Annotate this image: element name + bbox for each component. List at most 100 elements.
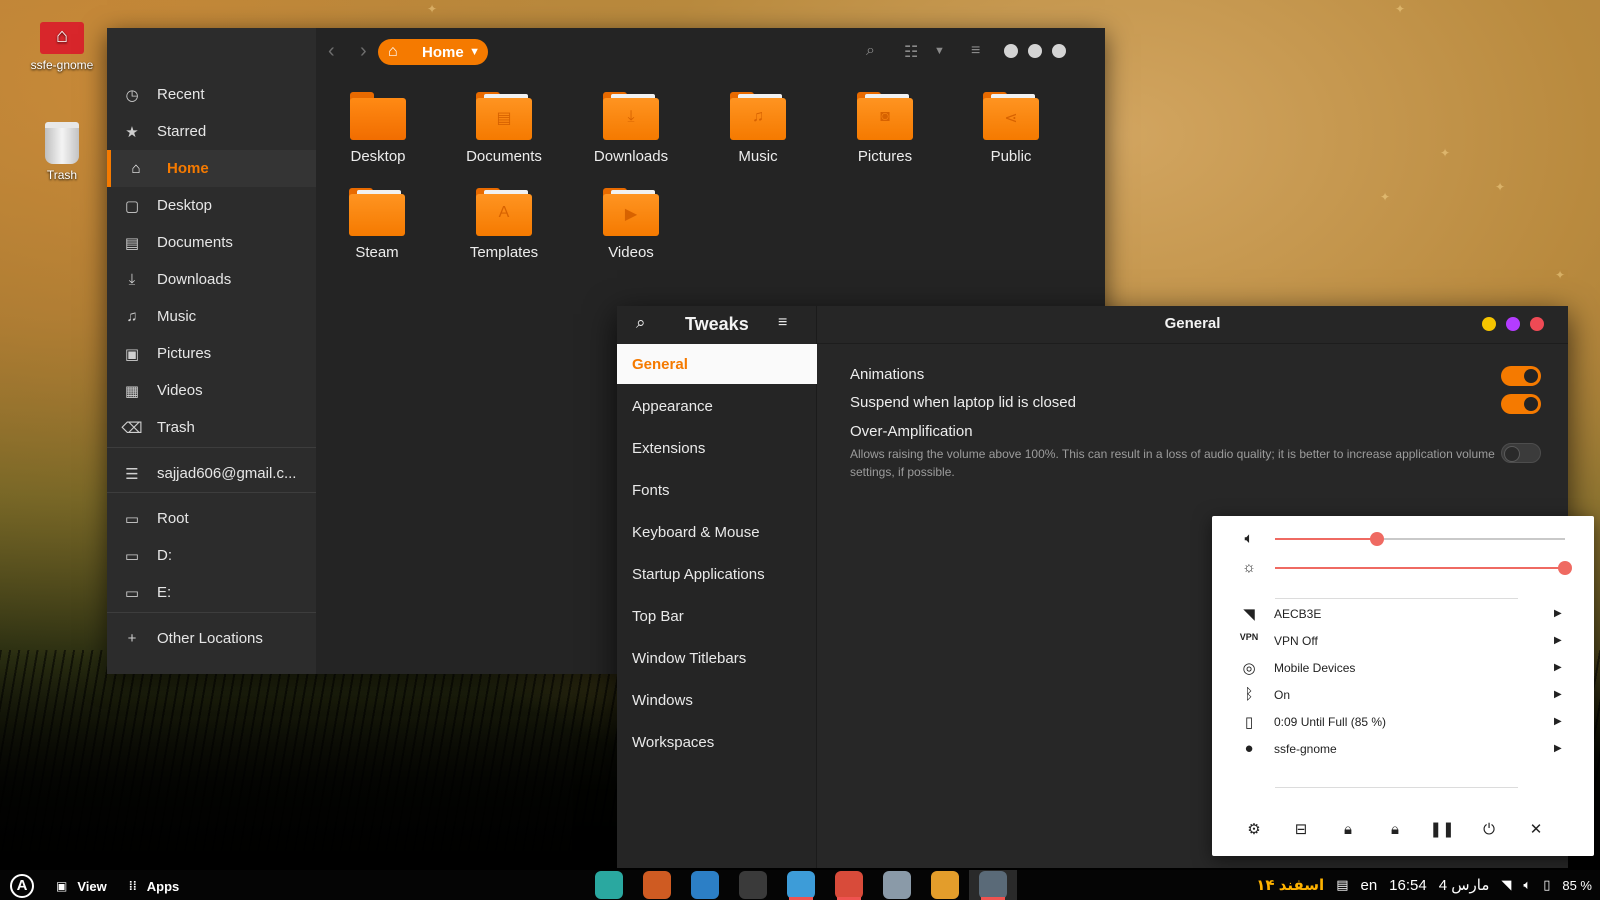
folder-pictures[interactable]: ◙ Pictures bbox=[820, 90, 950, 165]
search-icon[interactable]: ⌕ bbox=[636, 313, 646, 333]
sparkle: ✦ bbox=[427, 2, 438, 16]
back-arrow-icon[interactable]: ‹ bbox=[328, 40, 335, 63]
sidebar-item-music[interactable]: ♫ Music bbox=[107, 298, 316, 335]
folder-videos[interactable]: ▶ Videos bbox=[566, 186, 696, 261]
folder-desktop[interactable]: Desktop bbox=[313, 90, 443, 165]
sidebar-item-desktop[interactable]: ▢ Desktop bbox=[107, 187, 316, 224]
battery-percent[interactable]: 85 % bbox=[1562, 878, 1592, 893]
tweaks-category-fonts[interactable]: Fonts bbox=[617, 470, 817, 510]
suspend-icon[interactable]: ❚❚ bbox=[1427, 815, 1457, 845]
tweaks-category-appearance[interactable]: Appearance bbox=[617, 386, 817, 426]
wifi-icon[interactable]: ◥ bbox=[1501, 877, 1511, 893]
desktop-icon-home[interactable]: ssfe-gnome bbox=[22, 0, 102, 72]
sidebar-item-videos[interactable]: ▦ Videos bbox=[107, 372, 316, 409]
tweaks-category-startup-applications[interactable]: Startup Applications bbox=[617, 554, 817, 594]
minimize-button[interactable] bbox=[1482, 317, 1496, 331]
power-icon[interactable]: ⏻ bbox=[1474, 815, 1504, 845]
menu-icon[interactable]: ≡ bbox=[778, 314, 787, 332]
folder-templates[interactable]: A Templates bbox=[439, 186, 569, 261]
volume-slider-knob[interactable] bbox=[1369, 532, 1384, 546]
desktop-icon-trash[interactable]: Trash bbox=[22, 122, 102, 182]
apps-button[interactable]: ⁞⁞ Apps bbox=[129, 879, 180, 894]
menu-item-battery[interactable]: ▯ 0:09 Until Full (85 %) ▶ bbox=[1212, 708, 1594, 735]
settings-icon bbox=[883, 871, 911, 899]
folder-steam[interactable]: Steam bbox=[312, 186, 442, 261]
settings-gear-icon[interactable]: ⚙ bbox=[1239, 815, 1269, 845]
dock-app-droplet[interactable] bbox=[969, 870, 1017, 900]
suspend-lid-toggle[interactable] bbox=[1501, 394, 1541, 414]
tweaks-category-top-bar[interactable]: Top Bar bbox=[617, 596, 817, 636]
sidebar-item-trash[interactable]: ⌫ Trash bbox=[107, 409, 316, 446]
dock-app-terminal[interactable] bbox=[729, 870, 777, 900]
tweaks-category-window-titlebars[interactable]: Window Titlebars bbox=[617, 638, 817, 678]
menu-item-user[interactable]: ● ssfe-gnome ▶ bbox=[1212, 735, 1594, 762]
close-button[interactable] bbox=[1052, 44, 1066, 58]
dock-app-chrome-dev[interactable] bbox=[825, 870, 873, 900]
path-bar-home[interactable]: ⌂ Home ▼ bbox=[378, 39, 488, 65]
tweaks-category-windows[interactable]: Windows bbox=[617, 680, 817, 720]
dock-app-text-editor[interactable] bbox=[681, 870, 729, 900]
sidebar-item-documents[interactable]: ▤ Documents bbox=[107, 224, 316, 261]
folder-music[interactable]: ♫ Music bbox=[693, 90, 823, 165]
folder-documents[interactable]: ▤ Documents bbox=[439, 90, 569, 165]
menu-item-bluetooth[interactable]: ᛒ On ▶ bbox=[1212, 681, 1594, 708]
chevron-down-icon[interactable]: ▼ bbox=[469, 46, 480, 58]
dock-app-finder[interactable] bbox=[777, 870, 825, 900]
battery-icon[interactable]: ▯ bbox=[1543, 877, 1550, 893]
over-amplification-toggle[interactable] bbox=[1501, 443, 1541, 463]
sidebar-item-d[interactable]: ▭ D: bbox=[107, 537, 316, 574]
clock-date[interactable]: مارس 4 bbox=[1439, 876, 1490, 894]
sidebar-item-home[interactable]: ⌂ Home bbox=[107, 150, 316, 187]
dock-app-settings[interactable] bbox=[873, 870, 921, 900]
dock-app-color-app[interactable] bbox=[921, 870, 969, 900]
list-view-icon[interactable]: ☷ bbox=[904, 42, 918, 62]
volume-slider[interactable] bbox=[1275, 532, 1565, 546]
brightness-slider[interactable] bbox=[1275, 561, 1572, 575]
folder-downloads[interactable]: ⤓ Downloads bbox=[566, 90, 696, 165]
sidebar-item-downloads[interactable]: ⤓ Downloads bbox=[107, 261, 316, 298]
persian-date[interactable]: ۱۴ اسفند bbox=[1256, 876, 1324, 894]
desktop-icon: ▢ bbox=[124, 197, 140, 215]
lock-icon[interactable]: 🔒︎ bbox=[1380, 815, 1410, 845]
sidebar-item-other-locations[interactable]: + Other Locations bbox=[107, 620, 316, 657]
orientation-lock-icon[interactable]: 🔒︎ bbox=[1333, 815, 1363, 845]
menu-item-vpn[interactable]: VPN VPN Off ▶ bbox=[1212, 627, 1594, 654]
dock-app-color-picker[interactable] bbox=[633, 870, 681, 900]
view-button[interactable]: ▣ View bbox=[56, 879, 107, 894]
tweaks-category-general[interactable]: General bbox=[617, 344, 817, 384]
sidebar-item-e[interactable]: ▭ E: bbox=[107, 574, 316, 611]
folder-icon: ▭ bbox=[124, 584, 140, 602]
close-button[interactable] bbox=[1530, 317, 1544, 331]
view-options-icon[interactable]: ▼ bbox=[934, 45, 945, 57]
menu-item-wifi[interactable]: ◥ AECB3E ▶ bbox=[1212, 600, 1594, 627]
desktop-folder-icon bbox=[350, 90, 406, 140]
tweaks-category-keyboard-mouse[interactable]: Keyboard & Mouse bbox=[617, 512, 817, 552]
minimize-button[interactable] bbox=[1004, 44, 1018, 58]
close-icon[interactable]: ✕ bbox=[1521, 815, 1551, 845]
folder-public[interactable]: ⋖ Public bbox=[946, 90, 1076, 165]
tweaks-category-extensions[interactable]: Extensions bbox=[617, 428, 817, 468]
clock-time[interactable]: 16:54 bbox=[1389, 877, 1427, 894]
forward-arrow-icon[interactable]: › bbox=[360, 40, 367, 63]
sidebar-item-root[interactable]: ▭ Root bbox=[107, 500, 316, 537]
menu-icon[interactable]: ≡ bbox=[971, 42, 980, 60]
brightness-slider-knob[interactable] bbox=[1558, 561, 1572, 575]
maximize-button[interactable] bbox=[1028, 44, 1042, 58]
tweaks-category-workspaces[interactable]: Workspaces bbox=[617, 722, 817, 762]
arc-logo-icon[interactable]: A bbox=[10, 874, 34, 898]
language-indicator[interactable]: en bbox=[1360, 877, 1377, 894]
search-icon[interactable]: ⌕ bbox=[866, 42, 875, 60]
sidebar-item-starred[interactable]: ★ Starred bbox=[107, 113, 316, 150]
sidebar-item-pictures[interactable]: ▣ Pictures bbox=[107, 335, 316, 372]
sidebar-item-network-account[interactable]: ☰ sajjad606@gmail.c... bbox=[107, 455, 316, 492]
dock-app-maps[interactable] bbox=[585, 870, 633, 900]
clipboard-icon[interactable]: ▤ bbox=[1336, 877, 1348, 893]
music-icon: ♫ bbox=[126, 308, 138, 325]
desktop-icon-label: ssfe-gnome bbox=[30, 58, 94, 72]
animations-toggle[interactable] bbox=[1501, 366, 1541, 386]
sidebar-item-recent[interactable]: ◷ Recent bbox=[107, 76, 316, 113]
maximize-button[interactable] bbox=[1506, 317, 1520, 331]
volume-icon[interactable]: 🔈︎ bbox=[1523, 877, 1531, 893]
screen-layout-icon[interactable]: ⊟ bbox=[1286, 815, 1316, 845]
menu-item-mobile-devices[interactable]: ◎ Mobile Devices ▶ bbox=[1212, 654, 1594, 681]
